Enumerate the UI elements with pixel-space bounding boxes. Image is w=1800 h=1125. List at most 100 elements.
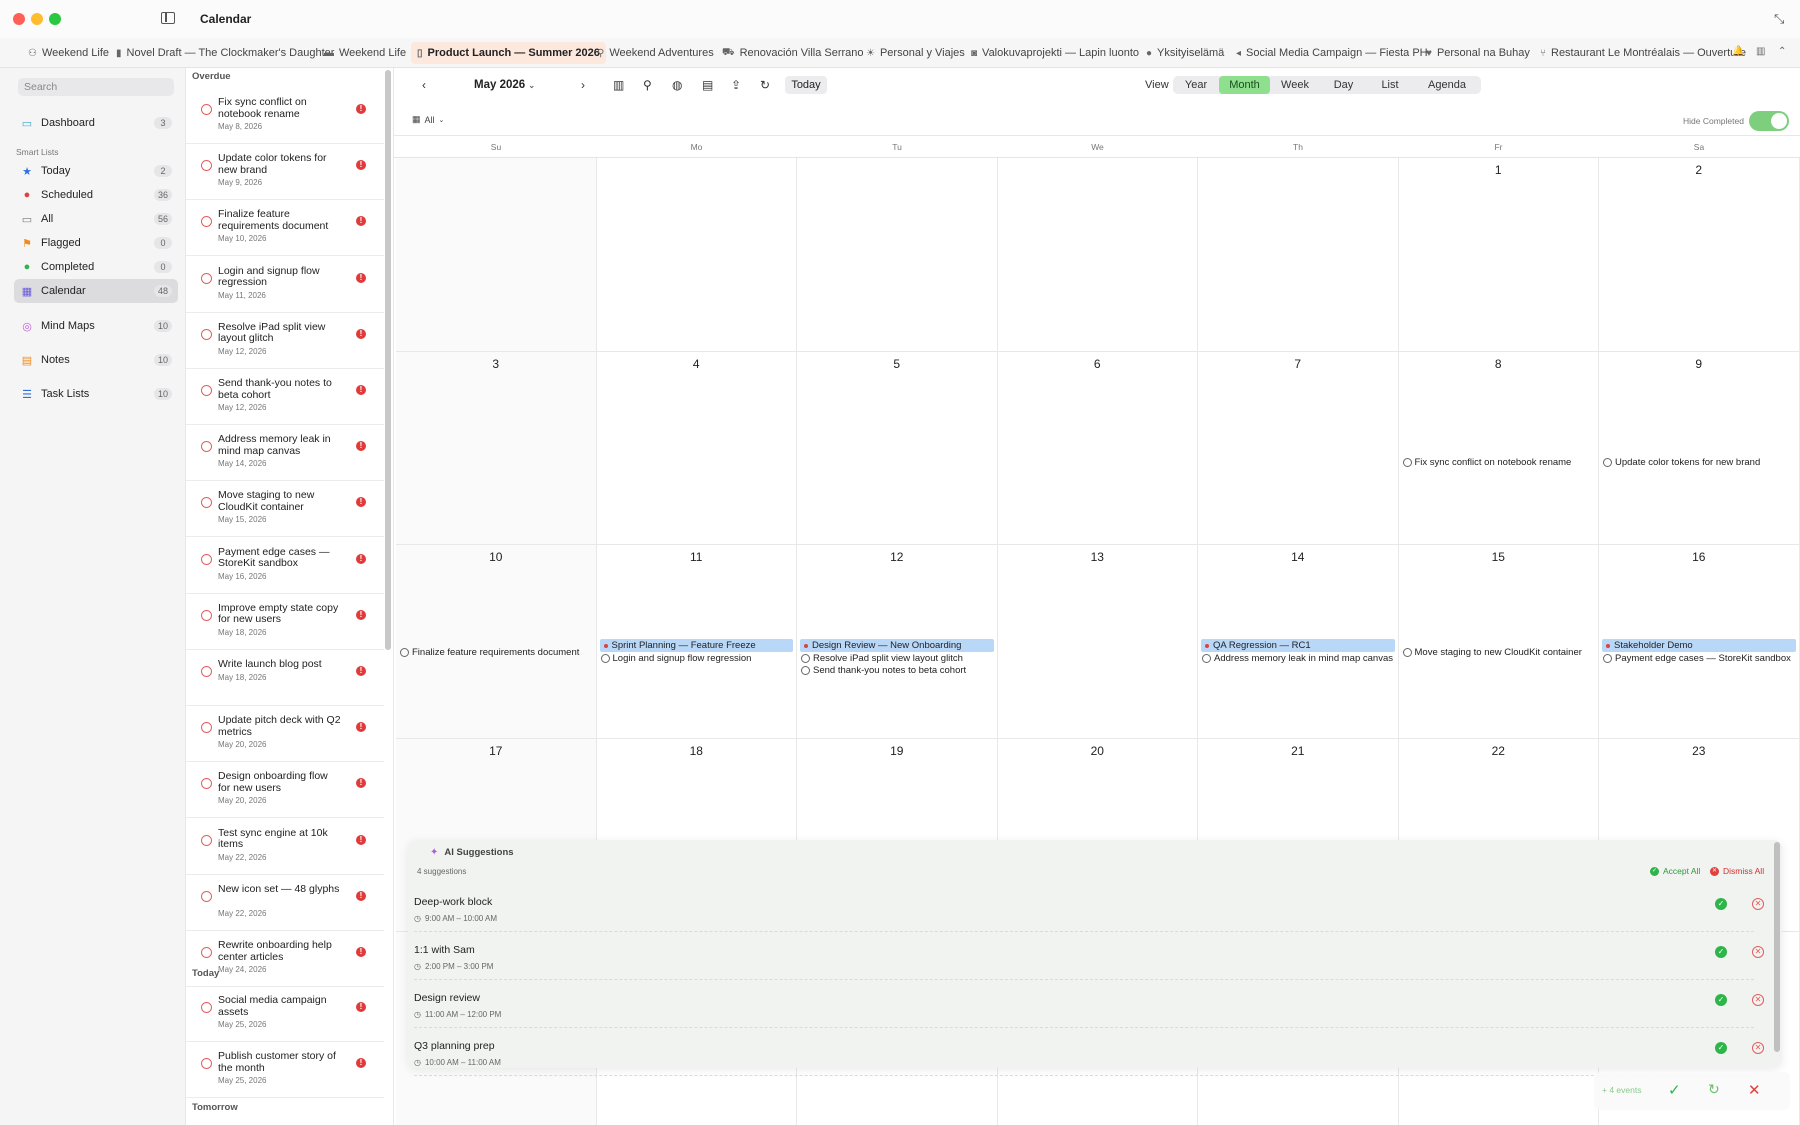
day-cell[interactable]: 9 Update color tokens for new brand: [1599, 351, 1800, 545]
sidebar-item-flagged[interactable]: ⚑ Flagged 0: [14, 231, 178, 255]
calendar-task[interactable]: Update color tokens for new brand: [1603, 457, 1760, 468]
task-row[interactable]: New icon set — 48 glyphs May 22, 2026!: [186, 875, 384, 931]
day-cell[interactable]: [596, 158, 797, 352]
suggestion-row[interactable]: Design review ◷ 11:00 AM – 12:00 PM ✓ ✕: [414, 982, 1764, 1028]
day-cell[interactable]: [997, 158, 1198, 352]
task-checkbox[interactable]: [201, 666, 212, 677]
calendar-task[interactable]: Move staging to new CloudKit container: [1402, 647, 1582, 658]
sidebar-item-today[interactable]: ★ Today 2: [14, 159, 178, 183]
day-cell[interactable]: [1198, 158, 1399, 352]
tab-6[interactable]: ☀ Personal y Viajes: [860, 42, 971, 64]
filter-dropdown[interactable]: ▦ All ⌄: [412, 114, 444, 125]
day-cell[interactable]: 4: [596, 351, 797, 545]
tab-9[interactable]: ◂ Social Media Campaign — Fiesta PH: [1230, 42, 1434, 64]
day-cell[interactable]: [396, 158, 597, 352]
tab-11[interactable]: ⑂ Restaurant Le Montréalais — Ouverture: [1534, 42, 1752, 64]
task-checkbox[interactable]: [201, 1002, 212, 1013]
tab-1[interactable]: ▮ Novel Draft — The Clockmaker's Daughter: [110, 42, 340, 64]
task-row[interactable]: Resolve iPad split view layout glitch May…: [186, 313, 384, 369]
sidebar-item-all[interactable]: ▭ All 56: [14, 207, 178, 231]
bell-icon[interactable]: 🔔: [1732, 46, 1744, 57]
document-icon[interactable]: ▤: [702, 78, 713, 92]
sidebar-item-scheduled[interactable]: ● Scheduled 36: [14, 183, 178, 207]
dismiss-all-button[interactable]: ✕ Dismiss All: [1710, 866, 1764, 876]
calendar-task[interactable]: Finalize feature requirements document: [400, 647, 579, 658]
task-checkbox[interactable]: [1402, 457, 1412, 467]
sidebar-item-dashboard[interactable]: ▭ Dashboard 3: [14, 111, 178, 135]
day-cell[interactable]: 1: [1398, 158, 1599, 352]
refresh-icon[interactable]: ↻: [760, 78, 770, 92]
task-checkbox[interactable]: [400, 648, 409, 657]
task-row[interactable]: Update pitch deck with Q2 metrics May 20,…: [186, 706, 384, 763]
search-input[interactable]: Search: [18, 78, 174, 96]
task-checkbox[interactable]: [600, 654, 610, 663]
task-checkbox[interactable]: [201, 272, 212, 284]
task-row[interactable]: Send thank-you notes to beta cohort May 1…: [186, 369, 384, 425]
task-checkbox[interactable]: [201, 497, 212, 509]
day-cell[interactable]: 13: [997, 545, 1198, 739]
sidebar-item-notes[interactable]: ▤ Notes 10: [14, 348, 178, 372]
task-checkbox[interactable]: [1402, 648, 1412, 657]
sidebar-item-calendar[interactable]: ▦ Calendar 48: [14, 279, 178, 303]
task-row[interactable]: Move staging to new CloudKit container Ma…: [186, 481, 384, 538]
task-row[interactable]: Payment edge cases — StoreKit sandbox May…: [186, 538, 384, 594]
tab-7[interactable]: ◙ Valokuvaprojekti — Lapin luonto: [965, 42, 1145, 64]
task-checkbox[interactable]: [201, 834, 212, 846]
view-agenda-button[interactable]: Agenda: [1413, 76, 1481, 94]
sidebar-item-task-lists[interactable]: ☰ Task Lists 10: [14, 382, 178, 406]
tab-2[interactable]: ▬ Weekend Life: [318, 42, 412, 64]
day-cell[interactable]: 11 Sprint Planning — Feature Freeze Login …: [596, 545, 797, 739]
day-cell[interactable]: 8 Fix sync conflict on notebook rename: [1398, 351, 1599, 545]
today-button[interactable]: Today: [785, 76, 827, 94]
dismiss-suggestion-button[interactable]: ✕: [1752, 994, 1764, 1006]
view-year-button[interactable]: Year: [1173, 76, 1219, 94]
task-panel-scrollbar[interactable]: [385, 70, 391, 650]
task-checkbox[interactable]: [201, 328, 212, 340]
task-row[interactable]: Update color tokens for new brand May 9, …: [186, 144, 384, 201]
calendar-event[interactable]: Sprint Planning — Feature Freeze: [599, 639, 793, 652]
task-checkbox[interactable]: [201, 947, 212, 958]
day-cell[interactable]: 2: [1599, 158, 1800, 352]
calendar-task[interactable]: Send thank-you notes to beta cohort: [801, 665, 966, 676]
month-picker[interactable]: May 2026 ⌄: [474, 79, 535, 91]
task-checkbox[interactable]: [201, 1058, 212, 1069]
task-row[interactable]: Write launch blog post May 18, 2026!: [186, 650, 384, 706]
sidebar-toggle-icon[interactable]: [161, 12, 175, 24]
zoom-window-button[interactable]: [49, 13, 61, 25]
tab-5[interactable]: ⛟ Renovación Villa Serrano: [716, 42, 870, 64]
task-row[interactable]: Social media campaign assets May 25, 2026…: [186, 986, 384, 1042]
calendar-task[interactable]: Payment edge cases — StoreKit sandbox: [1603, 653, 1791, 664]
sidebar-item-mind-maps[interactable]: ◎ Mind Maps 10: [14, 314, 178, 338]
search-icon[interactable]: ⚲: [643, 78, 652, 92]
next-month-button[interactable]: ›: [581, 78, 585, 92]
task-checkbox[interactable]: [1202, 654, 1211, 663]
calendar-task[interactable]: Resolve iPad split view layout glitch: [801, 653, 963, 664]
accept-suggestion-button[interactable]: ✓: [1715, 946, 1727, 958]
previous-month-button[interactable]: ‹: [422, 78, 426, 92]
day-cell[interactable]: 7: [1198, 351, 1399, 545]
hide-completed-toggle[interactable]: [1749, 111, 1789, 131]
day-cell[interactable]: 14 QA Regression — RC1 Address memory leak…: [1198, 545, 1399, 739]
task-checkbox[interactable]: [1603, 457, 1612, 467]
task-row[interactable]: Login and signup flow regression May 11, …: [186, 257, 384, 313]
day-cell[interactable]: 6: [997, 351, 1198, 545]
day-cell[interactable]: 15 Move staging to new CloudKit container: [1398, 545, 1599, 739]
view-month-button[interactable]: Month: [1219, 76, 1270, 94]
task-row[interactable]: Fix sync conflict on notebook rename May …: [186, 88, 384, 144]
task-checkbox[interactable]: [201, 441, 212, 453]
share-icon[interactable]: ⇪: [731, 78, 741, 92]
tab-3[interactable]: ▯ Product Launch — Summer 2026: [411, 42, 606, 64]
task-checkbox[interactable]: [201, 160, 212, 172]
task-checkbox[interactable]: [801, 666, 810, 675]
accept-all-button[interactable]: ✓ Accept All: [1650, 866, 1700, 876]
task-checkbox[interactable]: [1603, 654, 1612, 663]
minimize-window-button[interactable]: [31, 13, 43, 25]
confirm-check-icon[interactable]: ✓: [1668, 1081, 1681, 1099]
tab-8[interactable]: ● Yksityiselämä: [1140, 42, 1230, 64]
tab-0[interactable]: ⚇ Weekend Life: [22, 42, 115, 64]
task-checkbox[interactable]: [801, 654, 810, 663]
task-checkbox[interactable]: [201, 609, 212, 621]
task-row[interactable]: Design onboarding flow for new users May …: [186, 762, 384, 819]
dismiss-suggestion-button[interactable]: ✕: [1752, 898, 1764, 910]
day-cell[interactable]: [797, 158, 998, 352]
